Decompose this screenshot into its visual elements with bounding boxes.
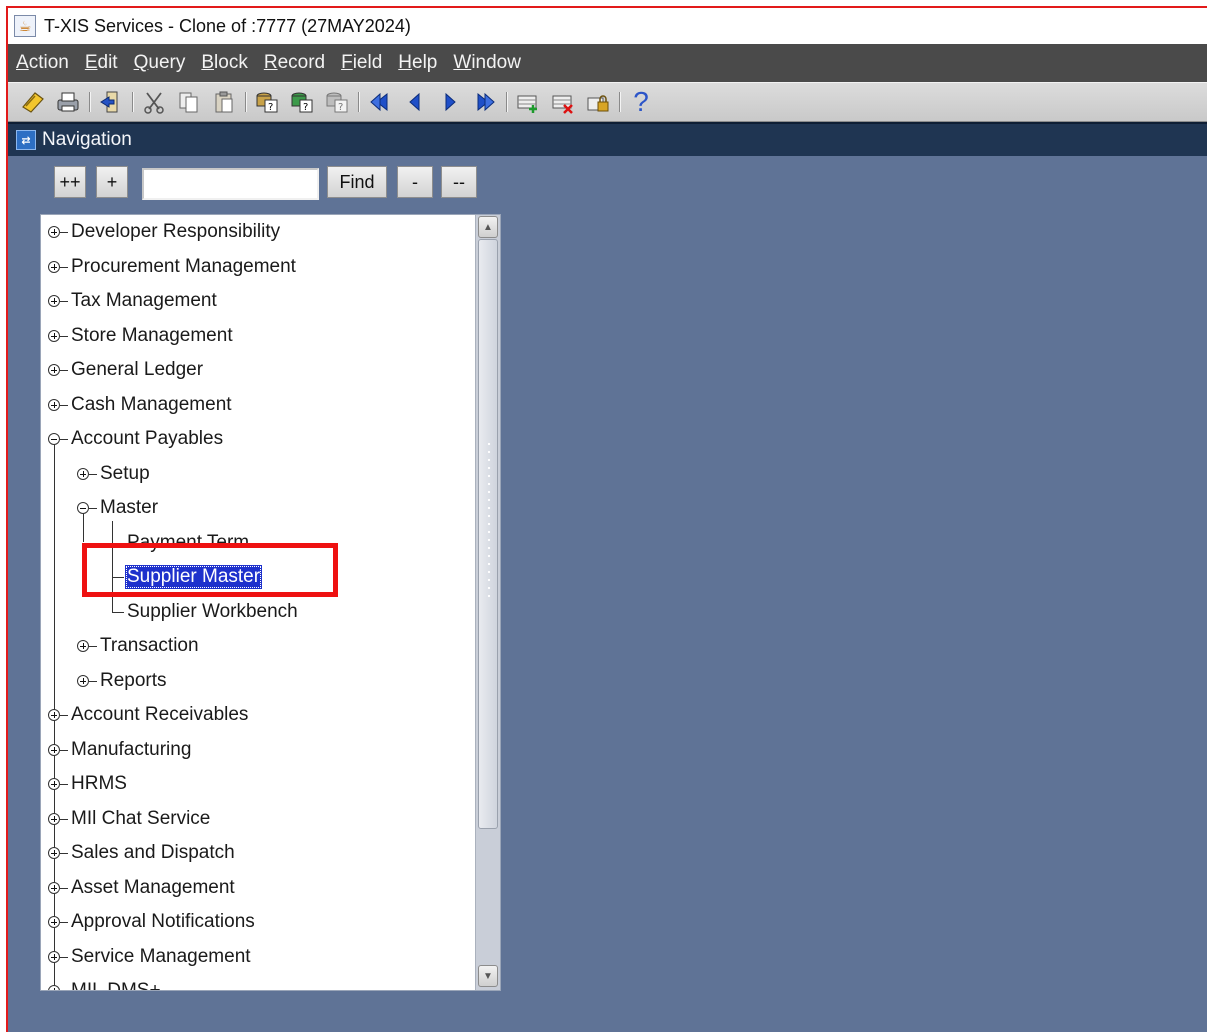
tree-item-asset-management[interactable]: Asset Management [48, 873, 237, 903]
find-input[interactable] [142, 168, 319, 200]
tree-item-transaction[interactable]: Transaction [77, 631, 201, 661]
previous-record-icon[interactable] [400, 87, 430, 117]
tree-item-manufacturing[interactable]: Manufacturing [48, 735, 193, 765]
collapse-button[interactable]: - [397, 166, 433, 198]
tree-item-mil-chat-service[interactable]: MIl Chat Service [48, 804, 212, 834]
menu-edit[interactable]: Edit [85, 52, 118, 74]
enter-query-icon[interactable]: ? [252, 87, 282, 117]
menu-record[interactable]: Record [264, 52, 325, 74]
last-record-icon[interactable] [470, 87, 500, 117]
tree-item-service-management[interactable]: Service Management [48, 942, 253, 972]
collapse-all-button[interactable]: -- [441, 166, 477, 198]
cut-icon[interactable] [139, 87, 169, 117]
expand-icon[interactable] [48, 916, 60, 928]
scroll-up-icon[interactable]: ▲ [478, 216, 498, 238]
tree-item-account-receivables[interactable]: Account Receivables [48, 700, 250, 730]
toolbar-separator [132, 92, 134, 112]
scroll-grip [486, 440, 492, 600]
scrollbar-thumb[interactable] [478, 239, 498, 829]
toolbar-separator [619, 92, 621, 112]
help-icon[interactable]: ? [626, 86, 656, 117]
navigation-tree: Developer Responsibility Procurement Man… [40, 214, 501, 991]
tree-item-supplier-workbench[interactable]: Supplier Workbench [112, 597, 300, 627]
execute-query-icon[interactable]: ? [287, 87, 317, 117]
toolbar: ? ? ? ? [8, 82, 1207, 122]
menu-query[interactable]: Query [134, 52, 186, 74]
window-title: T-XIS Services - Clone of :7777 (27MAY20… [44, 15, 411, 36]
expand-icon[interactable] [48, 985, 60, 990]
expand-icon[interactable] [48, 847, 60, 859]
tree-item-cash-management[interactable]: Cash Management [48, 390, 234, 420]
svg-text:?: ? [303, 102, 308, 113]
tree-item-procurement-management[interactable]: Procurement Management [48, 252, 298, 282]
expand-icon[interactable] [48, 261, 60, 273]
exit-icon[interactable] [96, 87, 126, 117]
save-icon[interactable] [18, 87, 48, 117]
menu-action[interactable]: Action [16, 52, 69, 74]
collapse-icon[interactable] [77, 502, 89, 514]
tree-item-approval-notifications[interactable]: Approval Notifications [48, 907, 257, 937]
expand-icon[interactable] [48, 399, 60, 411]
copy-icon[interactable] [174, 87, 204, 117]
expand-icon[interactable] [48, 951, 60, 963]
navigation-titlebar: ⇄ Navigation [8, 122, 1207, 156]
scroll-down-icon[interactable]: ▼ [478, 965, 498, 987]
expand-icon[interactable] [48, 813, 60, 825]
tree-item-partial[interactable]: MIL DMS+ [48, 976, 163, 990]
toolbar-separator [358, 92, 360, 112]
navigation-title: Navigation [42, 129, 132, 150]
tree-item-developer-responsibility[interactable]: Developer Responsibility [48, 217, 282, 247]
expand-icon[interactable] [48, 778, 60, 790]
svg-text:?: ? [338, 102, 343, 113]
navigator-icon: ⇄ [16, 130, 36, 150]
window-titlebar: ☕ T-XIS Services - Clone of :7777 (27MAY… [8, 8, 1207, 44]
expand-icon[interactable] [77, 468, 89, 480]
menubar: Action Edit Query Block Record Field Hel… [8, 44, 1207, 82]
expand-icon[interactable] [48, 226, 60, 238]
tree-canvas: Developer Responsibility Procurement Man… [41, 215, 475, 990]
expand-button[interactable]: + [96, 166, 128, 198]
navigation-window: ⇄ Navigation ++ + Find - -- Developer Re… [8, 122, 1207, 1032]
next-record-icon[interactable] [435, 87, 465, 117]
toolbar-separator [89, 92, 91, 112]
svg-text:?: ? [268, 102, 273, 113]
expand-all-button[interactable]: ++ [54, 166, 86, 198]
tree-item-tax-management[interactable]: Tax Management [48, 286, 219, 316]
tree-item-store-management[interactable]: Store Management [48, 321, 235, 351]
find-button[interactable]: Find [327, 166, 387, 198]
expand-icon[interactable] [48, 709, 60, 721]
tree-item-sales-and-dispatch[interactable]: Sales and Dispatch [48, 838, 237, 868]
menu-window[interactable]: Window [453, 52, 521, 74]
menu-block[interactable]: Block [201, 52, 247, 74]
print-icon[interactable] [53, 87, 83, 117]
menu-help[interactable]: Help [398, 52, 437, 74]
first-record-icon[interactable] [365, 87, 395, 117]
expand-icon[interactable] [48, 882, 60, 894]
expand-icon[interactable] [48, 295, 60, 307]
tree-item-hrms[interactable]: HRMS [48, 769, 129, 799]
toolbar-separator [506, 92, 508, 112]
paste-icon[interactable] [209, 87, 239, 117]
cancel-query-icon[interactable]: ? [322, 87, 352, 117]
tree-item-account-payables[interactable]: Account Payables [48, 424, 225, 454]
insert-record-icon[interactable] [513, 87, 543, 117]
expand-icon[interactable] [77, 640, 89, 652]
expand-icon[interactable] [77, 675, 89, 687]
java-cup-icon: ☕ [14, 15, 36, 37]
menu-field[interactable]: Field [341, 52, 382, 74]
expand-icon[interactable] [48, 330, 60, 342]
delete-record-icon[interactable] [548, 87, 578, 117]
tree-item-general-ledger[interactable]: General Ledger [48, 355, 205, 385]
expand-icon[interactable] [48, 364, 60, 376]
tree-item-setup[interactable]: Setup [77, 459, 152, 489]
annotation-highlight-box [82, 543, 338, 597]
tree-item-master[interactable]: Master [77, 493, 160, 523]
toolbar-separator [245, 92, 247, 112]
tree-scrollbar[interactable]: ▲ ▼ [475, 215, 500, 990]
expand-icon[interactable] [48, 744, 60, 756]
tree-item-reports[interactable]: Reports [77, 666, 169, 696]
collapse-icon[interactable] [48, 433, 60, 445]
lock-record-icon[interactable] [583, 87, 613, 117]
